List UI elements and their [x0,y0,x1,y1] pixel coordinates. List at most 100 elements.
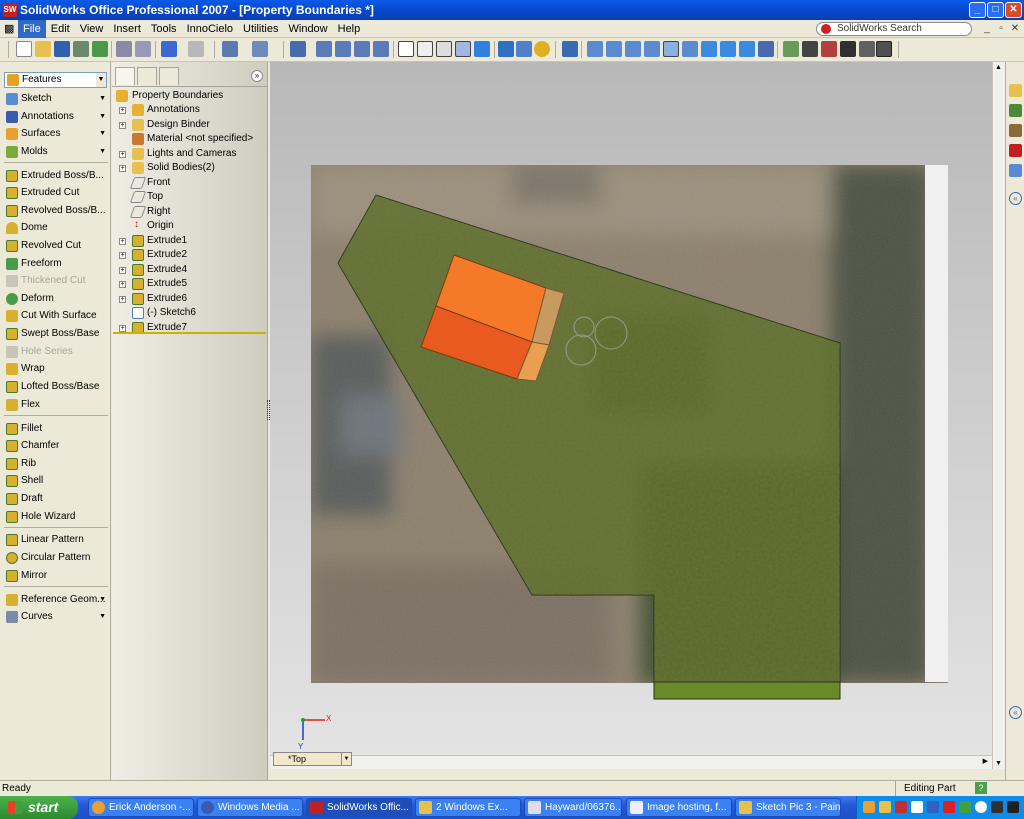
cmd-hole-wizard[interactable]: Hole Wizard [4,508,108,525]
save-icon[interactable] [54,41,70,57]
cmd-revolved-cut[interactable]: Revolved Cut [4,237,108,254]
tray-icon[interactable] [911,801,923,813]
minimize-button[interactable]: _ [969,2,986,18]
realview-icon[interactable] [534,41,550,57]
view-palette-icon[interactable] [1009,164,1022,177]
photoworks-icon[interactable] [783,41,799,57]
tray-icon[interactable] [959,801,971,813]
tree-node[interactable]: + Extrude6 [119,292,187,306]
tab-configurationmanager[interactable] [159,67,179,85]
tree-root[interactable]: Property Boundaries [116,89,223,103]
expand-icon[interactable]: + [119,151,126,158]
menu-view[interactable]: View [75,20,109,38]
solidworks-search-input[interactable]: SolidWorks Search [816,22,972,36]
zoom-in-out-icon[interactable] [354,41,370,57]
design-check-icon[interactable] [859,41,875,57]
tree-node[interactable]: + Annotations [119,103,200,117]
cmd-cut-with-surface[interactable]: Cut With Surface [4,307,108,324]
menu-innocielo[interactable]: InnoCielo [182,20,238,38]
cmd-draft[interactable]: Draft [4,490,108,507]
zoom-to-area-icon[interactable] [335,41,351,57]
tree-node[interactable]: + Solid Bodies(2) [119,161,215,175]
tab-propertymanager[interactable] [137,67,157,85]
view-orientation-label[interactable]: *Top ▼ [273,752,352,766]
cmd-circular-pattern[interactable]: Circular Pattern [4,549,108,566]
tab-featuremanager[interactable] [115,67,135,85]
tree-node[interactable]: + Extrude1 [119,234,187,248]
print-preview-icon[interactable] [135,41,151,57]
tray-icon[interactable] [975,801,987,813]
section-view-icon[interactable] [516,41,532,57]
collapse-task-pane-icon[interactable]: « [1009,192,1022,205]
expand-icon[interactable]: + [119,165,126,172]
zoom-to-fit-icon[interactable] [316,41,332,57]
shadows-icon[interactable] [498,41,514,57]
cmd-lofted-boss[interactable]: Lofted Boss/Base [4,378,108,395]
toolbox-icon[interactable] [821,41,837,57]
select-icon[interactable] [222,41,238,57]
taskbar-item[interactable]: Erick Anderson -... [88,798,194,817]
cmd-mirror[interactable]: Mirror [4,567,108,584]
taskbar-item[interactable]: Sketch Pic 3 - Paint [735,798,841,817]
menu-file[interactable]: File [18,20,46,38]
cosmos-icon[interactable] [840,41,856,57]
motion-icon[interactable] [802,41,818,57]
tray-icon[interactable] [927,801,939,813]
group-annotations[interactable]: Annotations ▼ [4,108,108,125]
open-icon[interactable] [35,41,51,57]
expand-icon[interactable]: + [119,238,126,245]
options-icon[interactable] [252,41,268,57]
tree-node[interactable]: + Extrude2 [119,248,187,262]
tree-node[interactable]: Material <not specified> [119,132,253,146]
menu-tools[interactable]: Tools [146,20,182,38]
expand-icon[interactable]: + [119,267,126,274]
cmd-hole-series[interactable]: Hole Series [4,343,108,360]
back-view-icon[interactable] [606,41,622,57]
rollback-bar[interactable] [113,332,266,334]
doc-close-button[interactable]: ✕ [1008,22,1022,36]
close-button[interactable]: ✕ [1005,2,1022,18]
tray-icon[interactable] [991,801,1003,813]
cmd-linear-pattern[interactable]: Linear Pattern [4,531,108,548]
group-sketch[interactable]: Sketch ▼ [4,90,108,107]
new-icon[interactable] [16,41,32,57]
tree-node[interactable]: + Extrude5 [119,277,187,291]
taskbar-item[interactable]: Image hosting, f... [626,798,732,817]
tree-node[interactable]: + Lights and Cameras [119,147,237,161]
file-explorer-icon[interactable] [1009,144,1022,157]
menu-edit[interactable]: Edit [46,20,75,38]
cmd-swept-boss[interactable]: Swept Boss/Base [4,325,108,342]
scroll-down-icon[interactable]: ▼ [995,760,1002,767]
scroll-up-icon[interactable]: ▲ [995,64,1002,71]
tray-icon[interactable] [1007,801,1019,813]
cmd-dome[interactable]: Dome [4,219,108,236]
cmd-reference-geometry[interactable]: Reference Geom... ▼ [4,591,108,608]
design-library-icon[interactable] [1009,124,1022,137]
doc-minimize-button[interactable]: _ [980,22,994,36]
expand-icon[interactable]: + [119,107,126,114]
command-manager-features-selector[interactable]: Features ▼ [4,72,107,88]
make-assembly-icon[interactable] [92,41,108,57]
maximize-button[interactable]: □ [987,2,1004,18]
cmd-chamfer[interactable]: Chamfer [4,437,108,454]
group-surfaces[interactable]: Surfaces ▼ [4,125,108,142]
dimetric-view-icon[interactable] [739,41,755,57]
tray-icon[interactable] [863,801,875,813]
tree-node[interactable]: Front [119,176,170,190]
redo-icon[interactable] [188,41,204,57]
chevron-down-icon[interactable]: ▼ [341,753,351,765]
cmd-freeform[interactable]: Freeform [4,255,108,272]
cmd-rib[interactable]: Rib [4,455,108,472]
expand-panel-icon[interactable]: » [251,70,263,82]
tree-node[interactable]: + Design Binder [119,118,210,132]
help-icon[interactable]: ? [975,782,987,794]
tray-icon[interactable] [943,801,955,813]
view-orientation-icon[interactable] [562,41,578,57]
expand-task-pane-icon[interactable]: « [1009,706,1022,719]
home-icon[interactable] [1009,84,1022,97]
tray-icon[interactable] [895,801,907,813]
menu-help[interactable]: Help [333,20,366,38]
print-icon[interactable] [116,41,132,57]
isometric-view-icon[interactable] [701,41,717,57]
cmd-revolved-boss[interactable]: Revolved Boss/B... [4,202,108,219]
